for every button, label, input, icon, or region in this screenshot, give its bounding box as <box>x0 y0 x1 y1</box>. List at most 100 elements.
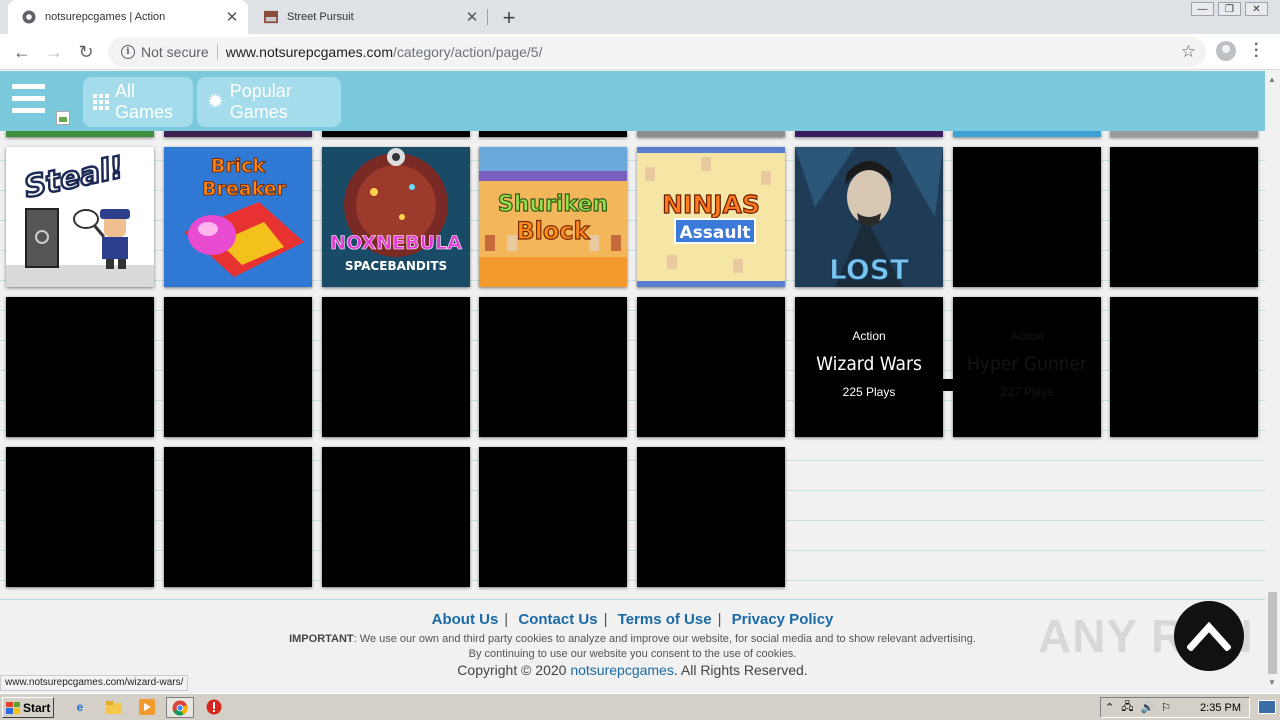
chevron-up-icon <box>1187 621 1231 651</box>
svg-text:SPACEBANDITS: SPACEBANDITS <box>345 259 447 273</box>
contact-us-link[interactable]: Contact Us <box>518 611 597 628</box>
game-tile-hyper-gunner[interactable]: Action Hyper Gunner 227 Plays <box>953 297 1101 437</box>
all-games-button[interactable]: All Games <box>83 77 193 127</box>
game-tile[interactable] <box>6 297 154 437</box>
close-window-button[interactable]: ✕ <box>1245 2 1268 16</box>
game-tile-shuriken-block[interactable]: Shuriken Block <box>479 147 627 287</box>
svg-text:LOST: LOST <box>829 253 909 286</box>
game-tile[interactable] <box>479 131 627 137</box>
game-tile[interactable] <box>479 447 627 587</box>
notice-line-1: : We use our own and third party cookies… <box>353 633 976 645</box>
tab-strip: notsurepcgames | Action ✕ Street Pursuit… <box>0 0 1280 34</box>
scroll-to-top-button[interactable] <box>1174 601 1244 671</box>
profile-avatar-icon[interactable] <box>1216 41 1236 61</box>
game-tile[interactable] <box>479 297 627 437</box>
restore-button[interactable]: ❐ <box>1218 2 1241 16</box>
terms-of-use-link[interactable]: Terms of Use <box>618 611 712 628</box>
game-tile[interactable] <box>322 297 470 437</box>
scroll-down-arrow-icon[interactable]: ▼ <box>1268 678 1276 687</box>
svg-text:NOXNEBULA: NOXNEBULA <box>330 232 462 254</box>
forward-arrow-icon[interactable]: → <box>42 40 66 64</box>
new-tab-button[interactable]: + <box>498 5 520 31</box>
address-bar[interactable]: i Not secure www.notsurepcgames.com /cat… <box>108 37 1206 67</box>
scroll-up-arrow-icon[interactable]: ▲ <box>1268 75 1276 84</box>
game-tile[interactable] <box>322 447 470 587</box>
omnibox-divider <box>216 44 218 60</box>
game-tile[interactable] <box>795 131 943 137</box>
game-tile[interactable] <box>322 131 470 137</box>
network-icon[interactable]: 🖧 <box>1121 698 1133 717</box>
folder-icon[interactable] <box>106 699 122 715</box>
scrollbar-thumb[interactable] <box>1268 592 1277 674</box>
start-button[interactable]: Start <box>2 697 54 718</box>
hamburger-menu-icon[interactable] <box>12 84 45 116</box>
game-tile[interactable] <box>637 297 785 437</box>
url-path: /category/action/page/5/ <box>393 44 543 60</box>
hover-overlay: Action Wizard Wars 225 Plays <box>795 297 943 437</box>
media-player-icon[interactable] <box>139 699 155 715</box>
game-tile[interactable] <box>164 131 312 137</box>
vertical-scrollbar[interactable]: ▲ ▼ <box>1265 71 1280 691</box>
game-tile[interactable] <box>953 147 1101 287</box>
menu-kebab-icon[interactable]: · · · <box>1254 37 1259 65</box>
game-tile[interactable] <box>953 131 1101 137</box>
ninjas-assault-thumbnail: NINJAS Assault <box>637 147 785 287</box>
tab-notsurepcgames[interactable]: notsurepcgames | Action ✕ <box>8 0 248 34</box>
flag-icon[interactable]: ⚐ <box>1161 701 1171 714</box>
bookmark-star-icon[interactable]: ☆ <box>1181 42 1196 62</box>
shuriken-block-thumbnail: Shuriken Block <box>479 147 627 287</box>
link-status-bubble: www.notsurepcgames.com/wizard-wars/ <box>0 675 189 691</box>
windows-flag-icon <box>6 701 20 714</box>
copyright: Copyright © 2020 notsurepcgames. All Rig… <box>0 662 1265 678</box>
internet-explorer-icon[interactable]: e <box>72 699 88 715</box>
game-tile[interactable] <box>6 447 154 587</box>
game-tile-brick-breaker[interactable]: Brick Breaker <box>164 147 312 287</box>
game-tile-wizard-wars[interactable]: Action Wizard Wars 225 Plays <box>795 297 943 437</box>
game-tile[interactable] <box>637 131 785 137</box>
privacy-policy-link[interactable]: Privacy Policy <box>732 611 834 628</box>
chrome-taskbar-button[interactable] <box>166 697 194 718</box>
minimize-button[interactable]: — <box>1191 2 1214 16</box>
noxnebula-thumbnail: NOXNEBULA SPACEBANDITS <box>322 147 470 287</box>
system-tray: ⌃ 🖧 🔊 ⚐ 2:35 PM <box>1099 697 1250 718</box>
tab-title: Street Pursuit <box>287 11 354 23</box>
address-toolbar: ← → ↻ i Not secure www.notsurepcgames.co… <box>0 34 1280 70</box>
show-desktop-icon[interactable] <box>1258 700 1276 714</box>
game-tile-noxnebula[interactable]: NOXNEBULA SPACEBANDITS <box>322 147 470 287</box>
clock[interactable]: 2:35 PM <box>1200 702 1241 714</box>
chrome-favicon-icon <box>22 10 36 24</box>
start-label: Start <box>23 700 51 715</box>
game-tile[interactable] <box>6 131 154 137</box>
game-tile-steal[interactable]: Steal! <box>6 147 154 287</box>
window-controls: — ❐ ✕ <box>1191 2 1268 16</box>
reload-icon[interactable]: ↻ <box>74 40 98 64</box>
game-tile[interactable] <box>637 447 785 587</box>
lost-thumbnail: LOST <box>795 147 943 287</box>
game-tile[interactable] <box>164 447 312 587</box>
copyright-suffix: . All Rights Reserved. <box>673 662 808 678</box>
starburst-icon: ✹ <box>207 91 224 113</box>
game-tile[interactable] <box>1110 131 1258 137</box>
game-category: Action <box>1010 329 1044 343</box>
svg-text:Breaker: Breaker <box>202 178 287 200</box>
page-viewport: Steal! Brick Breaker NOXNEBULA SPACEBAND… <box>0 71 1265 691</box>
tray-expand-icon[interactable]: ⌃ <box>1105 701 1114 714</box>
stop-icon[interactable] <box>206 699 222 715</box>
game-tile-lost[interactable]: LOST <box>795 147 943 287</box>
tab-street-pursuit[interactable]: Street Pursuit ✕ <box>250 0 488 34</box>
tab-close-icon[interactable]: ✕ <box>462 8 482 26</box>
tab-title: notsurepcgames | Action <box>45 11 166 23</box>
tab-close-icon[interactable]: ✕ <box>222 8 242 26</box>
popular-games-button[interactable]: ✹ Popular Games <box>197 77 341 127</box>
grid-icon <box>93 94 109 110</box>
game-tile-ninjas-assault[interactable]: NINJAS Assault <box>637 147 785 287</box>
game-tile[interactable] <box>164 297 312 437</box>
info-icon[interactable]: i <box>121 45 135 59</box>
back-arrow-icon[interactable]: ← <box>10 40 34 64</box>
game-tile[interactable] <box>1110 297 1258 437</box>
broken-logo-image[interactable] <box>56 111 70 125</box>
game-tile[interactable] <box>1110 147 1258 287</box>
volume-icon[interactable]: 🔊 <box>1140 701 1154 714</box>
copyright-site-link[interactable]: notsurepcgames <box>570 662 674 678</box>
about-us-link[interactable]: About Us <box>432 611 499 628</box>
